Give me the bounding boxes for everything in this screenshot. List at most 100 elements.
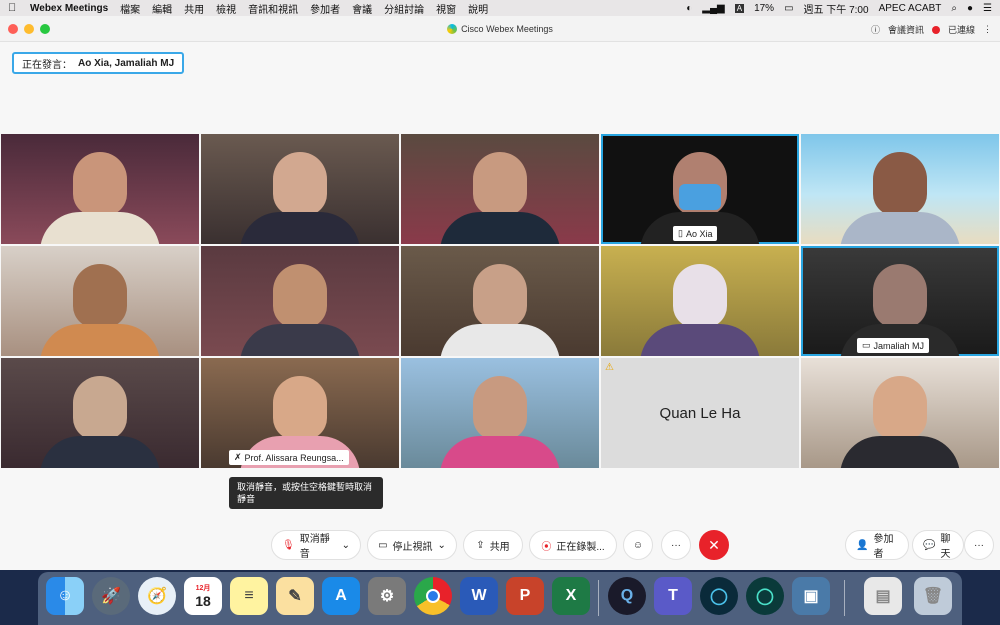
recording-button[interactable]: ⦿ 正在錄製... [529, 530, 617, 560]
reactions-button[interactable]: ☺ [623, 530, 653, 560]
more-options-icon[interactable]: ⋮ [983, 24, 992, 35]
launchpad-icon[interactable]: 🚀 [92, 577, 130, 615]
input-source-icon[interactable]: A [734, 3, 745, 13]
webex-app-icon[interactable]: ◯ [700, 577, 738, 615]
battery-icon[interactable]: ▭ [784, 3, 793, 14]
powerpoint-icon[interactable]: P [506, 577, 544, 615]
app-store-icon[interactable]: A [322, 577, 360, 615]
video-camera-icon: ▭ [378, 539, 388, 551]
participant-face [473, 152, 527, 216]
participant-body [840, 436, 960, 468]
meeting-info-link[interactable]: 會議資訊 [888, 23, 924, 36]
siri-icon[interactable]: ● [967, 3, 973, 14]
excel-icon[interactable]: X [552, 577, 590, 615]
stop-video-button[interactable]: ▭ 停止視訊 ⌄ [367, 530, 457, 560]
document-icon[interactable]: ▤ [864, 577, 902, 615]
video-tile[interactable] [401, 246, 599, 356]
macos-menubar:  Webex Meetings 檔案 編輯 共用 檢視 音訊和視訊 參加者 會… [0, 0, 1000, 16]
name-tag: ▭ Jamaliah MJ [857, 338, 930, 353]
clock[interactable]: 週五 下午 7:00 [804, 1, 869, 16]
participants-button[interactable]: 👤 參加者 [845, 530, 909, 560]
safari-icon[interactable]: 🧭 [138, 577, 176, 615]
webex-status-icon[interactable]: ◐ [686, 3, 692, 14]
menu-help[interactable]: 說明 [468, 1, 488, 16]
menu-share[interactable]: 共用 [184, 1, 204, 16]
preview-icon[interactable]: ▣ [792, 577, 830, 615]
video-grid: ▯ Ao Xia ▭ Jamaliah MJ ✗ Prof. Alissara … [0, 118, 1000, 468]
user-name[interactable]: APEC ACABT [879, 3, 942, 14]
teams-icon[interactable]: T [654, 577, 692, 615]
share-label: 共用 [489, 541, 510, 553]
video-tile[interactable] [401, 358, 599, 468]
trash-icon[interactable]: 🗑 [914, 577, 952, 615]
participant-body [440, 324, 560, 356]
smiley-icon: ☺ [632, 539, 644, 551]
menu-meeting[interactable]: 會議 [352, 1, 372, 16]
active-speaker-indicator: 正在發言： Ao Xia, Jamaliah MJ [12, 52, 185, 74]
info-icon[interactable]: ⓘ [871, 23, 880, 36]
video-tile[interactable] [801, 358, 999, 468]
video-tile[interactable] [1, 134, 199, 244]
participant-face [873, 152, 927, 216]
video-tile[interactable] [201, 134, 399, 244]
stickies-icon[interactable]: ✎ [276, 577, 314, 615]
mic-muted-icon: 🎙 [282, 539, 295, 551]
video-tile[interactable] [1, 358, 199, 468]
participant-face [73, 264, 127, 328]
participant-face [273, 376, 327, 440]
speaking-names: Ao Xia, Jamaliah MJ [78, 57, 175, 69]
chat-button[interactable]: 💬 聊天 [912, 530, 964, 560]
menu-window[interactable]: 視窗 [436, 1, 456, 16]
panel-more-button[interactable]: ··· [964, 530, 994, 560]
unmute-button[interactable]: 🎙 取消靜音 ⌄ [271, 530, 361, 560]
signal-icon[interactable]: ▂▄▆ [702, 3, 724, 14]
system-preferences-icon[interactable]: ⚙ [368, 577, 406, 615]
participant-face [873, 376, 927, 440]
menu-audio-video[interactable]: 音訊和視訊 [248, 1, 298, 16]
video-tile[interactable] [1, 246, 199, 356]
video-tile-quan[interactable]: Quan Le Ha ⚠ [601, 358, 799, 468]
video-tile[interactable] [401, 134, 599, 244]
menu-breakout[interactable]: 分組討論 [384, 1, 424, 16]
leave-meeting-button[interactable]: ✕ [699, 530, 729, 560]
participant-body [640, 324, 760, 356]
menu-view[interactable]: 檢視 [216, 1, 236, 16]
stop-video-label: 停止視訊 [392, 541, 433, 553]
video-tile-jamaliah[interactable]: ▭ Jamaliah MJ [801, 246, 999, 356]
finder-icon[interactable]: ☺ [46, 577, 84, 615]
quicktime-icon[interactable]: Q [608, 577, 646, 615]
app-menu[interactable]: Webex Meetings [30, 3, 108, 14]
word-icon[interactable]: W [460, 577, 498, 615]
share-icon: ⇪ [476, 539, 485, 551]
menu-participants[interactable]: 參加者 [310, 1, 340, 16]
warning-icon: ⚠ [605, 362, 614, 373]
spotlight-search-icon[interactable]: ⌕ [951, 3, 957, 14]
chevron-down-icon[interactable]: ⌄ [342, 540, 350, 551]
more-options-button[interactable]: ··· [661, 530, 691, 560]
macos-dock: ☺ 🚀 🧭 12月 18 ≡ ✎ A ⚙ W P X Q T ◯ ◯ ▣ ▤ 🗑 [38, 572, 962, 625]
participant-face [673, 264, 727, 328]
chevron-down-icon[interactable]: ⌄ [438, 540, 446, 551]
participant-body [440, 436, 560, 468]
more-label: ··· [671, 539, 681, 551]
control-center-icon[interactable]: ☰ [983, 3, 992, 14]
video-tile[interactable] [601, 246, 799, 356]
notes-icon[interactable]: ≡ [230, 577, 268, 615]
screen-share-icon: ▭ [862, 340, 871, 350]
chrome-icon[interactable] [414, 577, 452, 615]
video-tile[interactable] [801, 134, 999, 244]
calendar-icon[interactable]: 12月 18 [184, 577, 222, 615]
video-tile-ao-xia[interactable]: ▯ Ao Xia [601, 134, 799, 244]
chat-icon: 💬 [923, 539, 936, 551]
unmute-tooltip: 取消靜音，或按住空格鍵暫時取消靜音 [229, 477, 383, 509]
menu-file[interactable]: 檔案 [120, 1, 140, 16]
video-tile-alissara[interactable]: ✗ Prof. Alissara Reungsa... [201, 358, 399, 468]
participant-name: Ao Xia [685, 228, 713, 239]
menu-edit[interactable]: 編輯 [152, 1, 172, 16]
participants-icon: 👤 [856, 539, 869, 551]
video-tile[interactable] [201, 246, 399, 356]
share-button[interactable]: ⇪ 共用 [463, 530, 523, 560]
apple-menu-icon[interactable]:  [8, 2, 22, 14]
webex-meetings-icon[interactable]: ◯ [746, 577, 784, 615]
connected-status[interactable]: 已連線 [948, 23, 975, 36]
